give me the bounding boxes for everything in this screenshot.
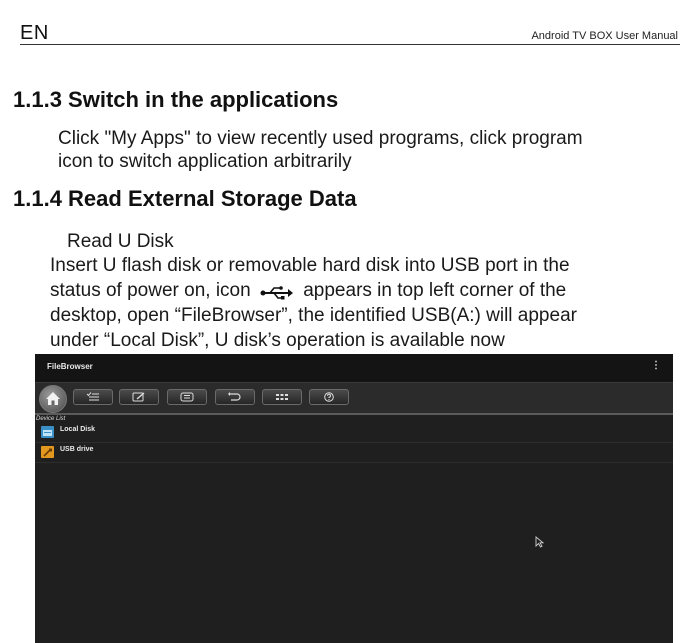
mouse-pointer-icon [535, 536, 544, 548]
section-114-line-4: under “Local Disk”, U disk’s operation i… [50, 330, 505, 351]
device-row-local-disk[interactable]: Local Disk [35, 423, 673, 443]
header-rule [20, 44, 680, 45]
section-114-line-2-end: appears in top left corner of the [303, 280, 567, 301]
section-114-heading: 1.1.4 Read External Storage Data [13, 186, 357, 211]
overflow-menu-icon[interactable]: ⋮ [651, 360, 661, 371]
section-113-line-1: Click "My Apps" to view recently used pr… [58, 128, 583, 149]
filebrowser-toolbar [35, 382, 673, 413]
section-113-line-2: icon to switch application arbitrarily [58, 151, 352, 172]
filebrowser-screenshot: FileBrowser ⋮ Device List Local Disk USB… [35, 354, 673, 643]
edit-icon [132, 392, 145, 402]
filebrowser-title: FileBrowser [47, 362, 93, 371]
device-label: USB drive [60, 446, 94, 453]
home-button[interactable] [39, 385, 67, 413]
section-113-heading: 1.1.3 Switch in the applications [13, 87, 339, 112]
section-114-line-3: desktop, open “FileBrowser”, the identif… [50, 305, 577, 326]
usb-drive-icon [41, 446, 54, 458]
grid-icon [276, 394, 288, 400]
device-row-usb-drive[interactable]: USB drive [35, 443, 673, 463]
back-button[interactable] [215, 389, 255, 405]
section-114-line-2: status of power on, icon appears in top … [50, 280, 566, 302]
usb-icon [260, 284, 294, 300]
local-disk-icon [41, 426, 54, 438]
multi-select-icon [86, 392, 99, 401]
help-icon [324, 392, 334, 402]
language-label: EN [20, 22, 49, 44]
device-label: Local Disk [60, 426, 96, 433]
back-icon [228, 392, 241, 401]
section-114-line-2-start: status of power on, icon [50, 280, 251, 301]
section-114-subtitle: Read U Disk [67, 231, 174, 252]
grid-button[interactable] [262, 389, 302, 405]
edit-button[interactable] [119, 389, 159, 405]
section-114-line-1: Insert U flash disk or removable hard di… [50, 255, 570, 276]
help-button[interactable] [309, 389, 349, 405]
home-icon [46, 392, 60, 405]
manual-title: Android TV BOX User Manual [531, 30, 678, 42]
multi-select-button[interactable] [73, 389, 113, 405]
list-button[interactable] [167, 389, 207, 405]
filebrowser-titlebar: FileBrowser ⋮ [35, 354, 673, 382]
list-icon [180, 392, 194, 402]
device-list-header: Device List [36, 416, 66, 422]
